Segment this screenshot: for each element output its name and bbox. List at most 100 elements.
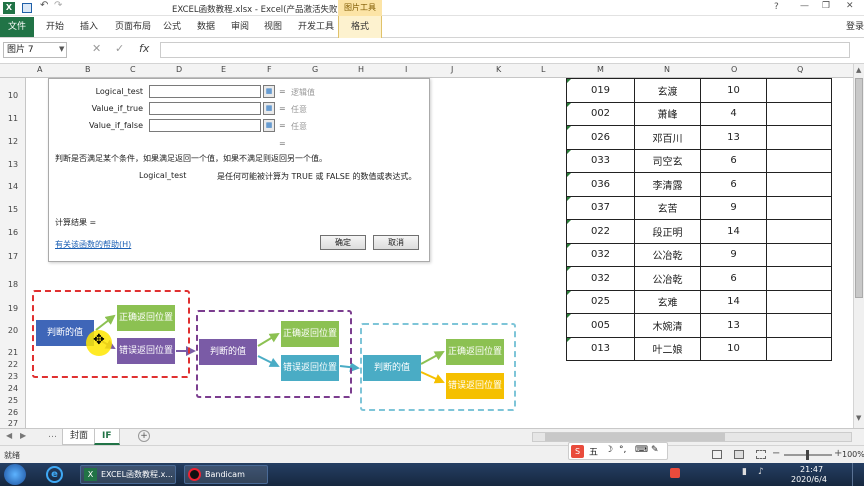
empty-cell[interactable] bbox=[766, 242, 832, 267]
id-cell[interactable]: 036 bbox=[566, 172, 635, 197]
collapse-dialog-icon[interactable]: ▦ bbox=[263, 102, 275, 115]
tab-review[interactable]: 审阅 bbox=[231, 19, 249, 32]
zoom-out-button[interactable]: − bbox=[772, 448, 780, 459]
name-cell[interactable]: 公冶乾 bbox=[634, 242, 701, 267]
value-cell[interactable]: 6 bbox=[700, 172, 767, 197]
name-cell[interactable]: 李清露 bbox=[634, 172, 701, 197]
zoom-slider-thumb[interactable] bbox=[806, 450, 809, 460]
empty-cell[interactable] bbox=[766, 313, 832, 338]
empty-cell[interactable] bbox=[766, 195, 832, 220]
name-cell[interactable]: 段正明 bbox=[634, 219, 701, 244]
horizontal-scrollbar[interactable] bbox=[532, 432, 852, 442]
column-header[interactable]: D bbox=[176, 65, 182, 74]
empty-cell[interactable] bbox=[766, 289, 832, 314]
column-header[interactable]: F bbox=[267, 65, 272, 74]
page-layout-view-icon[interactable] bbox=[734, 450, 744, 459]
name-cell[interactable]: 邓百川 bbox=[634, 125, 701, 150]
keyboard-icon[interactable]: ⌨ bbox=[635, 445, 648, 455]
scroll-up-icon[interactable]: ▲ bbox=[856, 66, 861, 74]
tab-home[interactable]: 开始 bbox=[46, 19, 64, 32]
row-header[interactable]: 16 bbox=[0, 228, 26, 237]
id-cell[interactable]: 032 bbox=[566, 266, 635, 291]
empty-cell[interactable] bbox=[766, 125, 832, 150]
empty-cell[interactable] bbox=[766, 78, 832, 103]
tab-file[interactable]: 文件 bbox=[0, 17, 34, 37]
name-box-dropdown-icon[interactable]: ▼ bbox=[59, 45, 64, 53]
undo-icon[interactable]: ↶ bbox=[40, 0, 48, 11]
empty-cell[interactable] bbox=[766, 172, 832, 197]
row-header[interactable]: 10 bbox=[0, 91, 26, 100]
correct-box[interactable]: 正确返回位置 bbox=[446, 339, 504, 365]
id-cell[interactable]: 022 bbox=[566, 219, 635, 244]
value-cell[interactable]: 9 bbox=[700, 242, 767, 267]
close-button[interactable]: ✕ bbox=[846, 1, 854, 11]
formula-input[interactable] bbox=[160, 42, 850, 58]
clock-time[interactable]: 21:47 bbox=[800, 465, 823, 474]
collapse-dialog-icon[interactable]: ▦ bbox=[263, 119, 275, 132]
ime-toolbar[interactable]: S 五 ☽ °, ⌨ ✎ bbox=[568, 442, 668, 460]
value-if-true-input[interactable] bbox=[149, 102, 261, 115]
empty-cell[interactable] bbox=[766, 219, 832, 244]
column-header[interactable]: G bbox=[312, 65, 318, 74]
tray-network-icon[interactable]: ▮ bbox=[742, 467, 747, 477]
value-cell[interactable]: 9 bbox=[700, 195, 767, 220]
column-header[interactable]: E bbox=[221, 65, 226, 74]
name-cell[interactable]: 木婉清 bbox=[634, 313, 701, 338]
zoom-slider[interactable] bbox=[784, 450, 832, 460]
cancel-button[interactable]: 取消 bbox=[373, 235, 419, 250]
column-header[interactable]: A bbox=[37, 65, 42, 74]
correct-box[interactable]: 正确返回位置 bbox=[281, 321, 339, 347]
signin-link[interactable]: 登录 bbox=[846, 19, 864, 32]
column-header[interactable]: N bbox=[664, 65, 670, 74]
logical-test-input[interactable] bbox=[149, 85, 261, 98]
value-cell[interactable]: 13 bbox=[700, 125, 767, 150]
name-cell[interactable]: 玄渡 bbox=[634, 78, 701, 103]
empty-cell[interactable] bbox=[766, 336, 832, 361]
value-cell[interactable]: 6 bbox=[700, 148, 767, 173]
moon-icon[interactable]: ☽ bbox=[605, 445, 613, 455]
name-cell[interactable]: 玄苦 bbox=[634, 195, 701, 220]
row-header[interactable]: 17 bbox=[0, 252, 26, 261]
name-cell[interactable]: 叶二娘 bbox=[634, 336, 701, 361]
row-header[interactable]: 14 bbox=[0, 182, 26, 191]
id-cell[interactable]: 026 bbox=[566, 125, 635, 150]
wrong-box[interactable]: 错误返回位置 bbox=[446, 373, 504, 399]
id-cell[interactable]: 033 bbox=[566, 148, 635, 173]
value-cell[interactable]: 13 bbox=[700, 313, 767, 338]
row-header[interactable]: 12 bbox=[0, 137, 26, 146]
punctuation-icon[interactable]: °, bbox=[619, 445, 626, 455]
column-header[interactable]: O bbox=[731, 65, 737, 74]
value-cell[interactable]: 4 bbox=[700, 101, 767, 126]
tab-data[interactable]: 数据 bbox=[197, 19, 215, 32]
confirm-icon[interactable]: ✓ bbox=[115, 42, 124, 55]
empty-cell[interactable] bbox=[766, 101, 832, 126]
save-icon[interactable] bbox=[22, 3, 32, 13]
correct-box[interactable]: 正确返回位置 bbox=[117, 305, 175, 331]
h-scroll-thumb[interactable] bbox=[545, 433, 725, 441]
scroll-down-icon[interactable]: ▼ bbox=[856, 414, 861, 422]
column-header[interactable]: C bbox=[130, 65, 136, 74]
tab-developer[interactable]: 开发工具 bbox=[298, 19, 334, 32]
next-sheet-icon[interactable]: ▶ bbox=[20, 431, 26, 440]
row-header[interactable]: 27 bbox=[0, 419, 26, 428]
row-header[interactable]: 11 bbox=[0, 114, 26, 123]
normal-view-icon[interactable] bbox=[712, 450, 722, 459]
id-cell[interactable]: 025 bbox=[566, 289, 635, 314]
id-cell[interactable]: 002 bbox=[566, 101, 635, 126]
restore-button[interactable]: ❐ bbox=[822, 1, 830, 11]
minimize-button[interactable]: — bbox=[800, 1, 809, 11]
tray-volume-icon[interactable]: ♪ bbox=[758, 467, 764, 477]
page-break-view-icon[interactable] bbox=[756, 450, 766, 459]
column-header[interactable]: M bbox=[597, 65, 604, 74]
value-cell[interactable]: 10 bbox=[700, 78, 767, 103]
column-header[interactable]: I bbox=[405, 65, 407, 74]
tab-formulas[interactable]: 公式 bbox=[163, 19, 181, 32]
ok-button[interactable]: 确定 bbox=[320, 235, 366, 250]
value-if-false-input[interactable] bbox=[149, 119, 261, 132]
name-cell[interactable]: 司空玄 bbox=[634, 148, 701, 173]
ie-icon[interactable]: e bbox=[46, 466, 63, 483]
id-cell[interactable]: 032 bbox=[566, 242, 635, 267]
redo-icon[interactable]: ↷ bbox=[54, 0, 62, 11]
add-sheet-button[interactable]: + bbox=[138, 430, 150, 442]
help-button[interactable]: ? bbox=[774, 2, 779, 12]
